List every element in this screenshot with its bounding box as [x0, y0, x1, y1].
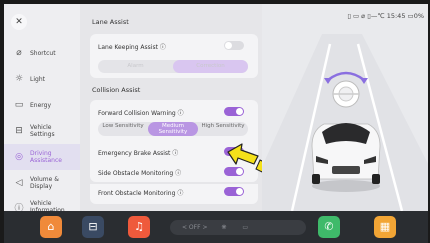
steering-wheel-icon: ◎: [15, 152, 23, 162]
music-icon: ♫: [134, 220, 144, 233]
lane-assist-mode-selector[interactable]: Alarm Correction: [98, 60, 248, 73]
sensitivity-high[interactable]: High Sensitivity: [198, 122, 248, 136]
sidebar-item-vehicle-settings[interactable]: ⊟ Vehicle Settings: [4, 118, 80, 144]
info-icon: ⓘ: [14, 203, 24, 212]
sidebar-item-label: Vehicle Settings: [30, 124, 55, 138]
vehicle-visualization: ▯ ▭ ⌀ ▯—℃ 15:45 ▭0%: [262, 4, 428, 211]
forward-collision-warning-toggle[interactable]: [224, 107, 244, 116]
light-icon: ☼: [14, 74, 24, 84]
apps-grid-icon: ▦: [379, 220, 391, 233]
sidebar-item-vehicle-information[interactable]: ⓘ Vehicle Information: [4, 194, 80, 211]
mode-option-correction[interactable]: Correction: [173, 60, 248, 73]
section-title-lane-assist: Lane Assist: [92, 18, 129, 26]
music-button[interactable]: ♫: [128, 216, 150, 238]
front-obstacle-monitoring-toggle[interactable]: [224, 187, 244, 196]
sidebar-item-label: Driving Assistance: [30, 150, 62, 164]
sidebar-item-shortcut[interactable]: ⌀ Shortcut: [4, 40, 80, 66]
climate-control[interactable]: < OFF > ❋ ▭: [170, 220, 306, 235]
phone-button[interactable]: ✆: [318, 216, 340, 238]
close-button[interactable]: ✕: [11, 14, 27, 30]
lane-keeping-assist-toggle[interactable]: [224, 41, 244, 50]
sidebar: ✕ ⌀ Shortcut ☼ Light ▭ Energy ⊟ Vehicle …: [4, 4, 80, 211]
dock: ⌂ ⊟ ♫ < OFF > ❋ ▭ ✆ ▦: [4, 211, 428, 243]
home-icon: ⌂: [47, 220, 55, 233]
sidebar-item-label: Shortcut: [30, 49, 56, 57]
sensitivity-selector[interactable]: Low Sensitivity Medium Sensitivity High …: [98, 122, 248, 136]
sensitivity-medium[interactable]: Medium Sensitivity: [148, 122, 198, 136]
fan-icon[interactable]: ❋: [221, 224, 226, 231]
front-obstacle-monitoring-label: Front Obstacle Monitoring ⓘ: [98, 190, 184, 197]
sidebar-item-light[interactable]: ☼ Light: [4, 66, 80, 92]
sidebar-item-label: Light: [30, 75, 45, 83]
sidebar-item-label: Energy: [30, 101, 52, 109]
sidebar-item-driving-assistance[interactable]: ◎ Driving Assistance: [4, 144, 80, 170]
mode-option-alarm[interactable]: Alarm: [98, 60, 173, 73]
section-title-collision-assist: Collision Assist: [92, 86, 141, 94]
sidebar-item-energy[interactable]: ▭ Energy: [4, 92, 80, 118]
car-dock-icon: ⊟: [88, 220, 98, 233]
seat-icon[interactable]: ▭: [242, 224, 248, 231]
lane-keeping-assist-label: Lane Keeping Assist ⓘ: [98, 44, 166, 51]
screen: ✕ ⌀ Shortcut ☼ Light ▭ Energy ⊟ Vehicle …: [4, 4, 428, 211]
sidebar-item-label: Volume & Display: [30, 176, 59, 190]
sidebar-item-label: Vehicle Information: [30, 200, 65, 211]
settings-panel: Lane Assist Lane Keeping Assist ⓘ Alarm …: [84, 4, 262, 211]
shortcut-icon: ⌀: [16, 48, 22, 58]
road-scene: [262, 34, 428, 211]
volume-icon: ◁: [15, 178, 23, 188]
sidebar-item-volume-display[interactable]: ◁ Volume & Display: [4, 170, 80, 196]
emergency-brake-assist-label: Emergency Brake Assist ⓘ: [98, 150, 179, 157]
side-obstacle-monitoring-label: Side Obstacle Monitoring ⓘ: [98, 170, 182, 177]
car-icon: ⊟: [15, 126, 23, 136]
battery-icon: ▭: [14, 100, 24, 110]
climate-off-label[interactable]: < OFF >: [182, 224, 208, 231]
apps-button[interactable]: ▦: [374, 216, 396, 238]
home-button[interactable]: ⌂: [40, 216, 62, 238]
car-button[interactable]: ⊟: [82, 216, 104, 238]
lane-assist-card: Lane Keeping Assist ⓘ Alarm Correction: [90, 34, 258, 78]
phone-call-icon: ✆: [324, 220, 334, 233]
forward-collision-warning-label: Forward Collision Warning ⓘ: [98, 110, 184, 117]
sensitivity-low[interactable]: Low Sensitivity: [98, 122, 148, 136]
front-obstacle-card: Front Obstacle Monitoring ⓘ: [90, 184, 258, 204]
